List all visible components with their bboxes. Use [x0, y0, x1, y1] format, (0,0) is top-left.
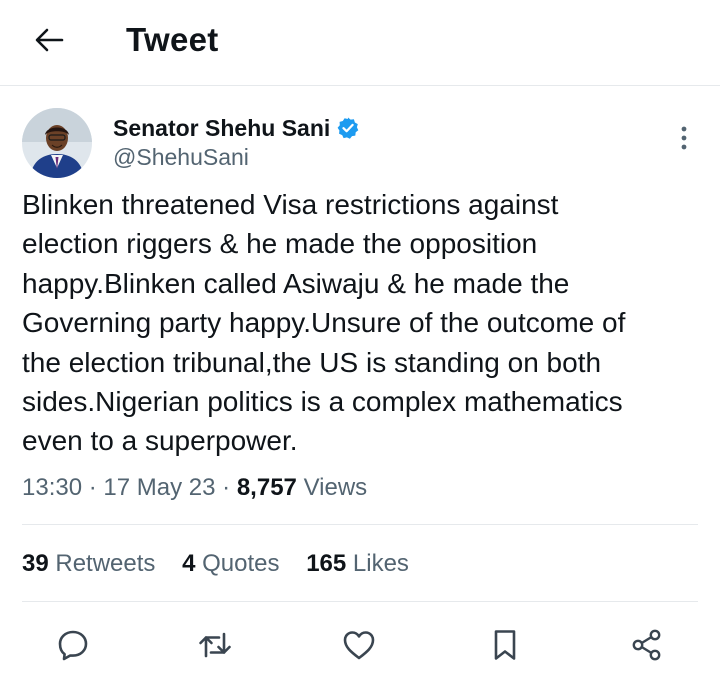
tweet-text-line: the election tribunal,the US is standing…: [22, 346, 602, 378]
like-button[interactable]: [336, 622, 382, 668]
divider: [22, 524, 698, 525]
page-title: Tweet: [126, 21, 219, 58]
author-name-text: Senator Shehu Sani: [113, 115, 331, 141]
reply-button[interactable]: [50, 622, 96, 668]
like-icon: [343, 631, 375, 660]
author-handle[interactable]: @ShehuSani: [113, 143, 249, 171]
retweets-label: Retweets: [55, 550, 156, 577]
more-options-button[interactable]: [672, 122, 696, 154]
bookmark-icon: [494, 630, 516, 660]
tweet-text-line: Governing party happy.Unsure of the outc…: [22, 307, 626, 339]
likes-label: Likes: [352, 550, 409, 577]
quotes-stat[interactable]: 4 Quotes: [182, 548, 279, 580]
tweet-stats: 39 Retweets 4 Quotes 165 Likes: [22, 548, 429, 580]
tweet-text: Blinken threatened Visa restrictions aga…: [22, 185, 708, 461]
retweets-count: 39: [22, 550, 49, 577]
share-icon: [632, 629, 661, 661]
share-button[interactable]: [624, 622, 670, 668]
quotes-label: Quotes: [202, 550, 280, 577]
back-button[interactable]: [26, 20, 72, 60]
author-name[interactable]: Senator Shehu Sani: [113, 113, 360, 143]
likes-count: 165: [306, 550, 347, 577]
retweet-icon: [199, 632, 231, 658]
top-bar: Tweet: [0, 0, 720, 86]
verified-badge-icon: [337, 117, 359, 139]
meta-separator: ·: [88, 474, 97, 501]
arrow-left-icon: [35, 28, 64, 52]
tweet-time[interactable]: 13:30: [22, 474, 82, 501]
likes-stat[interactable]: 165 Likes: [306, 548, 409, 580]
retweets-stat[interactable]: 39 Retweets: [22, 548, 155, 580]
tweet-meta: 13:30 · 17 May 23 · 8,757 Views: [22, 472, 367, 504]
tweet-text-line: happy.Blinken called Asiwaju & he made t…: [22, 267, 570, 299]
avatar[interactable]: [22, 108, 92, 178]
tweet-text-line: election riggers & he made the oppositio…: [22, 228, 538, 260]
divider: [22, 601, 698, 602]
meta-separator: ·: [222, 474, 231, 501]
tweet-text-line: even to a superpower.: [22, 425, 298, 457]
more-vertical-icon: [681, 126, 687, 150]
tweet-text-line: Blinken threatened Visa restrictions aga…: [22, 189, 559, 220]
reply-icon: [58, 630, 88, 661]
views-label: Views: [303, 474, 368, 501]
avatar-photo: [22, 108, 92, 178]
quotes-count: 4: [182, 550, 196, 577]
bookmark-button[interactable]: [482, 622, 528, 668]
tweet-date[interactable]: 17 May 23: [103, 474, 215, 501]
tweet-text-line: sides.Nigerian politics is a complex mat…: [22, 386, 623, 418]
views-count: 8,757: [236, 474, 297, 501]
retweet-button[interactable]: [192, 622, 238, 668]
action-bar: [0, 622, 720, 668]
